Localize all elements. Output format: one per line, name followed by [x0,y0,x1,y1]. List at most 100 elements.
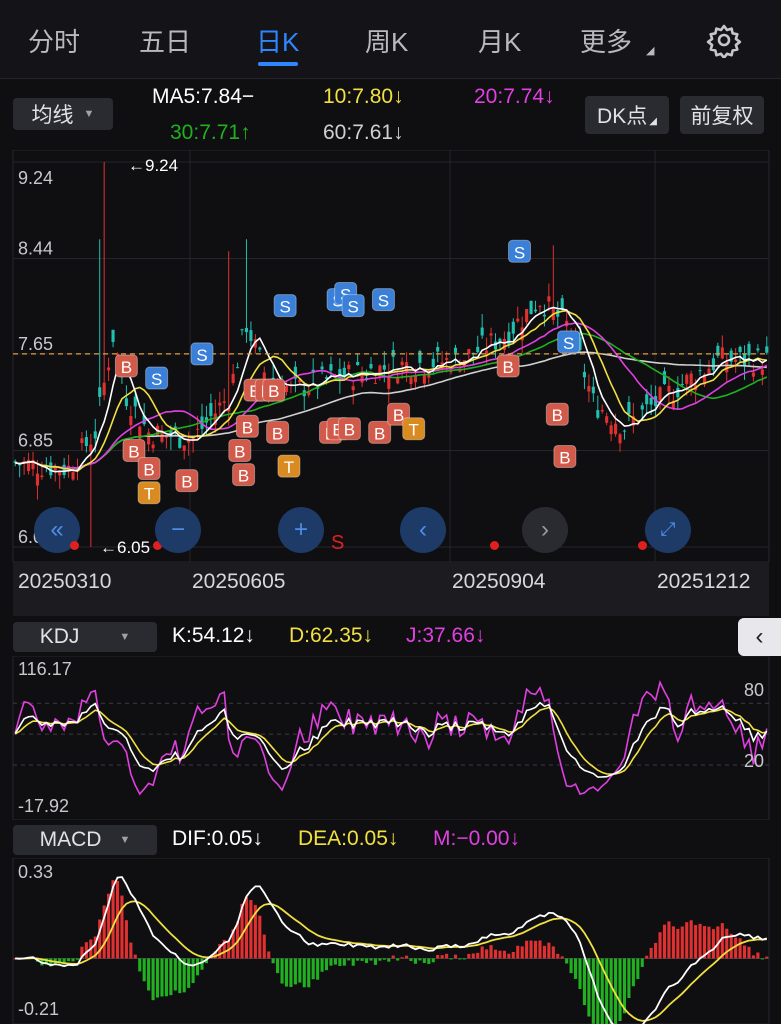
macd-histogram-bar [360,958,364,961]
kdj-selector[interactable]: KDJ ▼ [13,622,157,652]
ma-selector-label: 均线 [31,104,74,127]
date-tick: 20250605 [192,570,286,593]
candle-body [195,428,200,430]
prev-icon[interactable]: ‹ [400,507,446,553]
macd-histogram-bar [351,958,355,966]
candle-body [645,394,649,405]
tab-five-day[interactable]: 五日 [139,22,191,59]
candle-body [614,423,618,435]
macd-histogram-bar [489,945,493,959]
candle-body [658,387,662,401]
macd-histogram-bar [418,958,422,961]
macd-histogram-bar [440,955,444,959]
macd-histogram-bar [307,958,311,988]
candle-body [485,350,489,354]
dk-caret-icon: ◢ [649,115,657,127]
high-price-marker: ←9.24 [128,156,179,175]
macd-histogram-bar [502,950,506,959]
macd-histogram-bar [120,895,124,959]
macd-histogram-bar [556,953,560,959]
tab-monthly-k[interactable]: 月K [478,22,521,59]
macd-histogram-bar [453,954,458,959]
macd-histogram-bar [636,958,640,980]
macd-selector[interactable]: MACD ▼ [13,825,157,855]
candle-body [84,437,88,447]
candle-body [231,373,235,384]
period-tab-bar: 分时 五日 日K 周K 月K 更多 ◢ [0,0,781,79]
tab-intraday[interactable]: 分时 [28,22,80,59]
macd-dea-value: DEA:0.05↓ [298,827,399,850]
kdj-k-value: K:54.12↓ [172,624,255,647]
macd-histogram-bar [382,958,386,960]
signal-label: B [121,358,132,377]
zoom-in-icon[interactable]: + [278,507,324,553]
fullscreen-icon[interactable]: ⤢ [645,507,691,553]
gear-icon[interactable] [706,22,742,58]
candle-body [80,438,84,444]
ma-selector[interactable]: 均线 ▼ [13,98,113,130]
candle-body [262,372,266,380]
candle-body [89,444,93,452]
ma20-value: 20:7.74↓ [474,85,555,108]
tab-daily-k[interactable]: 日K [256,22,299,59]
macd-histogram-bar [734,937,738,959]
macd-histogram-bar [151,958,155,1001]
macd-histogram-bar [129,942,133,959]
candle-body [62,464,66,475]
candle-body [516,318,520,322]
macd-histogram-bar [67,958,71,962]
candle-body [431,358,435,368]
macd-histogram-bar [725,928,729,959]
zoom-out-icon[interactable]: − [155,507,201,553]
macd-histogram-bar [760,958,764,960]
signal-dot [70,541,79,550]
signal-label: S [563,334,574,353]
collapse-panel-icon[interactable]: ‹ [738,618,781,656]
macd-y-max: 0.33 [18,862,54,882]
macd-histogram-bar [320,958,324,972]
signal-label: S [348,298,359,317]
macd-histogram-bar [467,953,471,959]
candle-body [649,397,653,405]
macd-histogram-bar [445,953,449,959]
macd-histogram-bar [560,956,564,959]
next-icon[interactable]: › [522,507,568,553]
macd-histogram-bar [284,958,289,987]
kline-y-tick: 6.85 [18,430,53,450]
candle-body [760,369,764,375]
macd-histogram-bar [293,958,297,985]
macd-histogram-bar [276,958,280,974]
candle-body [111,329,115,342]
macd-histogram-bar [462,958,466,960]
tab-more[interactable]: 更多 [580,22,632,59]
candle-body [698,370,702,372]
macd-histogram-bar [538,940,542,959]
macd-histogram-bar [578,958,582,990]
macd-histogram-bar [582,958,587,1006]
macd-selector-label: MACD [39,828,102,851]
forward-adjust-button[interactable]: 前复权 [680,96,764,134]
chevron-down-icon: ▼ [119,631,131,643]
macd-histogram-bar [689,920,693,959]
dk-point-button[interactable]: DK点 ◢ [585,96,669,134]
signal-label: B [374,424,385,443]
candle-body [591,386,595,394]
signal-label: S [196,346,207,365]
tab-weekly-k[interactable]: 周K [365,22,408,59]
macd-histogram-bar [289,958,293,987]
macd-histogram-bar [627,958,631,999]
macd-histogram-bar [342,958,346,966]
candle-body [129,416,133,426]
macd-m-value: M:−0.00↓ [433,827,520,850]
macd-histogram-bar [654,942,658,959]
macd-histogram-bar [742,945,747,959]
macd-histogram-bar [347,958,351,961]
kline-chart[interactable]: BBBTBSSBBBBBBBTSSSSSBBBBBTSBSBB 9.248.44… [0,150,781,562]
candle-body [538,306,542,308]
macd-histogram-bar [280,958,284,984]
candle-body [622,430,627,432]
candle-body [489,333,493,336]
candle-body [373,382,377,384]
signal-label: B [143,461,154,480]
macd-histogram-bar [645,955,649,959]
